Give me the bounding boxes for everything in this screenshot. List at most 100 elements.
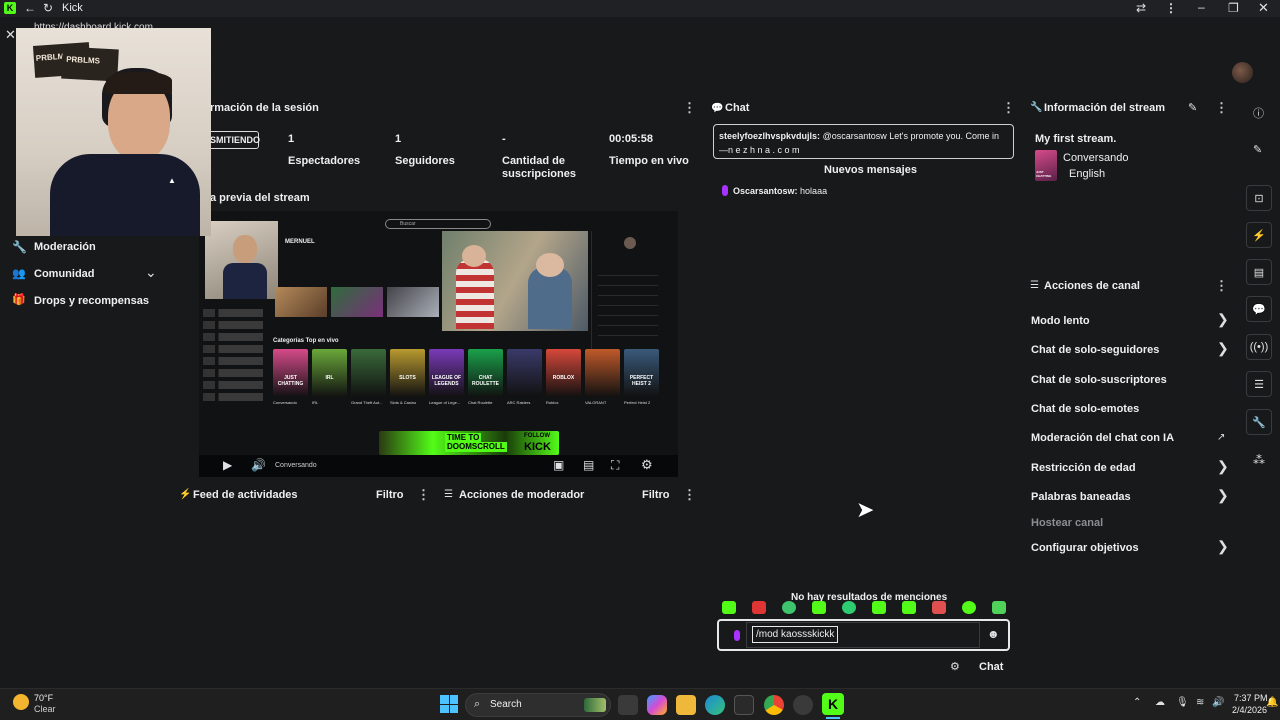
maximize-icon[interactable]: ❐: [1228, 1, 1239, 15]
share-icon[interactable]: ⁂: [1253, 453, 1265, 467]
mod-menu-icon[interactable]: ⋮: [683, 487, 696, 503]
stream-info-title: Información del stream: [1044, 102, 1166, 114]
activity-filter-button[interactable]: Filtro: [376, 489, 404, 501]
info-icon[interactable]: ⓘ: [1253, 105, 1264, 121]
channel-actions-menu-icon[interactable]: ⋮: [1215, 278, 1228, 294]
stream-preview[interactable]: Buscar MERNUEL Categorías Top en vivo JU…: [199, 211, 678, 477]
list-icon[interactable]: ☰: [1246, 371, 1272, 397]
activity-menu-icon[interactable]: ⋮: [417, 487, 430, 503]
avatar[interactable]: [1232, 62, 1253, 83]
minimize-icon[interactable]: –: [1198, 0, 1205, 14]
send-chat-button[interactable]: Chat: [979, 661, 1003, 673]
sidebar-item-drops[interactable]: Drops y recompensas: [34, 295, 149, 307]
emoji-icon[interactable]: ☻: [987, 627, 1000, 641]
chevron-right-icon[interactable]: ❯: [1217, 340, 1229, 357]
play-icon[interactable]: ▶: [223, 458, 232, 472]
close-tab-icon[interactable]: ✕: [5, 27, 16, 43]
chevron-right-icon[interactable]: ❯: [1217, 311, 1229, 328]
action-followers-only[interactable]: Chat de solo-seguidores: [1031, 344, 1159, 356]
store-icon[interactable]: [734, 695, 754, 715]
notification-bell-icon[interactable]: 🔔: [1266, 697, 1278, 708]
broadcast-icon[interactable]: ((•)): [1246, 334, 1272, 360]
action-set-goals[interactable]: Configurar objetivos: [1031, 542, 1139, 554]
wifi-icon[interactable]: ≋: [1196, 697, 1204, 708]
theater-icon[interactable]: ▤: [583, 458, 594, 472]
sidebar-item-moderation[interactable]: Moderación: [34, 241, 96, 253]
gift-icon: 🎁: [12, 294, 26, 306]
action-age-restriction[interactable]: Restricción de edad: [1031, 462, 1136, 474]
preview-category-art: IRL: [325, 375, 334, 381]
chevron-right-icon[interactable]: ❯: [1217, 538, 1229, 555]
back-icon[interactable]: ←: [24, 1, 36, 15]
action-host-channel[interactable]: Hostear canal: [1031, 517, 1103, 529]
preview-category-card: JUST CHATTING Conversando: [273, 349, 308, 405]
emote-icon[interactable]: [812, 601, 826, 614]
sidebar-item-community[interactable]: Comunidad: [34, 268, 95, 280]
settings-icon[interactable]: ⚙: [641, 457, 653, 473]
pinned-message[interactable]: steelyfoezlhvspkvdujls: @oscarsantosw Le…: [713, 124, 1014, 159]
edge-icon[interactable]: [705, 695, 725, 715]
title-bar: K ← ↻ Kick ⇄ ⋮ – ❐ ✕: [0, 0, 1280, 17]
action-slow-mode[interactable]: Modo lento: [1031, 315, 1090, 327]
emote-icon[interactable]: [872, 601, 886, 614]
volume-icon[interactable]: 🔊: [251, 458, 266, 472]
session-menu-icon[interactable]: ⋮: [683, 100, 696, 116]
preview-category-label: Chat Roulette: [468, 400, 493, 405]
external-link-icon[interactable]: ↗: [1217, 432, 1225, 443]
action-subs-only[interactable]: Chat de solo-suscriptores: [1031, 374, 1167, 386]
chat-bubble-icon[interactable]: 💬: [1246, 296, 1272, 322]
chevron-down-icon[interactable]: ⌄: [145, 264, 157, 281]
obs-icon[interactable]: [793, 695, 813, 715]
emote-icon[interactable]: [962, 601, 976, 614]
emote-icon[interactable]: [992, 601, 1006, 614]
close-window-icon[interactable]: ✕: [1258, 0, 1269, 16]
new-messages-label[interactable]: Nuevos mensajes: [824, 164, 917, 176]
chat-input-box[interactable]: /mod kaossskickk ☻: [717, 619, 1010, 651]
volume-icon[interactable]: 🔊: [1212, 697, 1224, 708]
clock-date[interactable]: 2/4/2026: [1232, 705, 1267, 715]
action-emotes-only[interactable]: Chat de solo-emotes: [1031, 403, 1139, 415]
wrench-icon[interactable]: 🔧: [1246, 409, 1272, 435]
copilot-icon[interactable]: [647, 695, 667, 715]
chevron-right-icon[interactable]: ❯: [1217, 487, 1229, 504]
emote-icon[interactable]: [752, 601, 766, 614]
cloud-icon[interactable]: ☁: [1155, 697, 1165, 708]
chat-message-user[interactable]: Oscarsantosw:: [733, 186, 798, 196]
emote-icon[interactable]: [842, 601, 856, 614]
clock-time[interactable]: 7:37 PM: [1234, 693, 1268, 703]
action-ai-moderation[interactable]: Moderación del chat con IA: [1031, 432, 1174, 444]
clip-icon[interactable]: ▣: [553, 458, 564, 472]
pencil-icon[interactable]: ✎: [1253, 143, 1262, 156]
weather-desc[interactable]: Clear: [34, 704, 56, 714]
reload-icon[interactable]: ↻: [43, 1, 53, 15]
weather-icon[interactable]: [13, 694, 29, 710]
task-view-icon[interactable]: [618, 695, 638, 715]
chevron-right-icon[interactable]: ❯: [1217, 458, 1229, 475]
file-explorer-icon[interactable]: [676, 695, 696, 715]
mod-filter-button[interactable]: Filtro: [642, 489, 670, 501]
chrome-icon[interactable]: [764, 695, 784, 715]
emote-icon[interactable]: [722, 601, 736, 614]
fullscreen-icon[interactable]: ⛶: [611, 458, 619, 473]
edit-icon[interactable]: ✎: [1188, 101, 1197, 114]
chat-input[interactable]: /mod kaossskickk: [752, 626, 839, 643]
emote-icon[interactable]: [782, 601, 796, 614]
lightning-icon[interactable]: ⚡: [1246, 222, 1272, 248]
microphone-icon[interactable]: 🎙: [1176, 697, 1189, 708]
chat-settings-icon[interactable]: ⚙: [950, 660, 960, 673]
kick-app-icon[interactable]: K: [822, 693, 844, 715]
translate-icon[interactable]: ⇄: [1136, 1, 1146, 15]
screenshot-icon[interactable]: ⊡: [1246, 185, 1272, 211]
weather-temp[interactable]: 70°F: [34, 693, 53, 703]
emote-icon[interactable]: [902, 601, 916, 614]
taskbar-search[interactable]: ⌕ Search: [465, 693, 611, 717]
preview-category-art: CHAT ROULETTE: [472, 375, 499, 387]
chevron-up-icon[interactable]: ⌃: [1133, 697, 1141, 708]
menu-icon[interactable]: ⋮: [1165, 1, 1177, 15]
windows-start-icon[interactable]: [440, 695, 458, 713]
stream-info-menu-icon[interactable]: ⋮: [1215, 100, 1228, 116]
action-banned-words[interactable]: Palabras baneadas: [1031, 491, 1131, 503]
chat-menu-icon[interactable]: ⋮: [1002, 100, 1015, 116]
emote-icon[interactable]: [932, 601, 946, 614]
clipboard-icon[interactable]: ▤: [1246, 259, 1272, 285]
